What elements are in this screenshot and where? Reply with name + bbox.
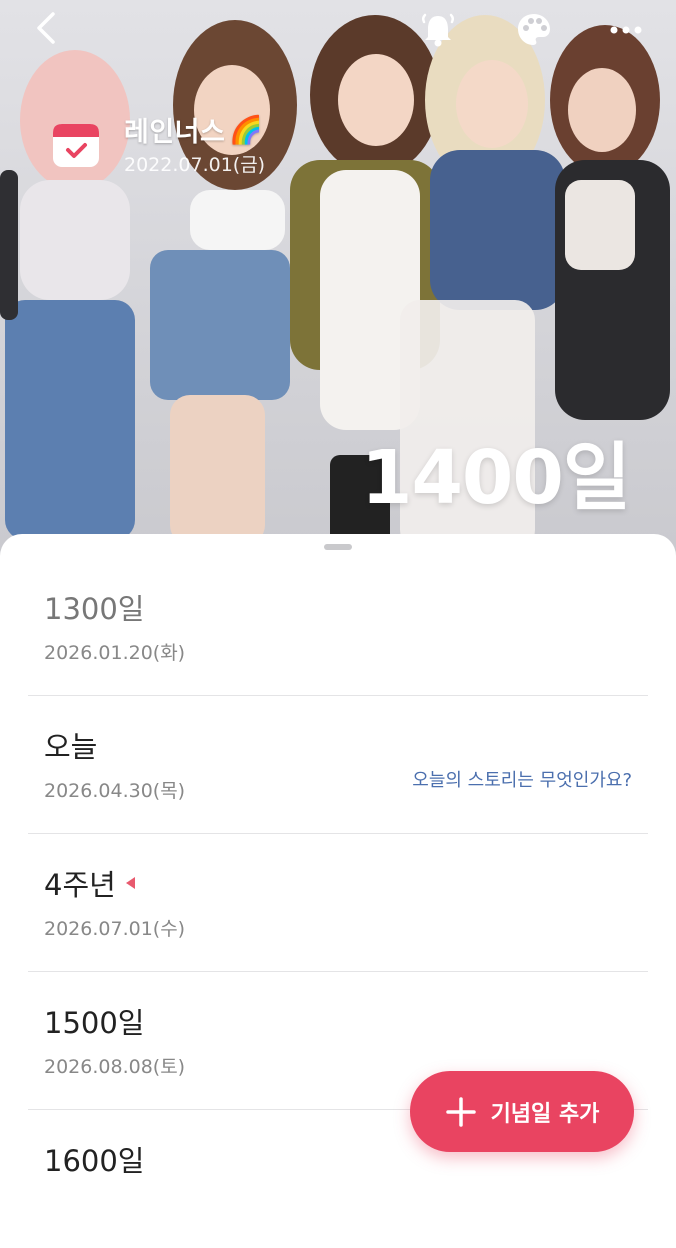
theme-button[interactable] xyxy=(512,8,556,52)
more-horizontal-icon xyxy=(610,26,642,34)
milestone-label-wrap: 4주년 xyxy=(44,862,135,904)
milestone-date: 2026.01.20(화) xyxy=(44,642,186,664)
milestone-label: 오늘 xyxy=(44,730,98,764)
rainbow-emoji: 🌈 xyxy=(229,114,264,146)
event-start-date: 2022.07.01(금) xyxy=(124,154,266,176)
notification-button[interactable] xyxy=(416,8,460,52)
back-button[interactable] xyxy=(24,6,68,50)
milestone-date: 2026.07.01(수) xyxy=(44,918,186,940)
milestone-row-today[interactable]: 오늘 2026.04.30(목) 오늘의 스토리는 무엇인가요? xyxy=(28,696,648,834)
bell-icon xyxy=(421,13,455,47)
milestone-label: 1500일 xyxy=(44,1006,145,1040)
milestone-date: 2026.08.08(토) xyxy=(44,1056,186,1078)
milestone-row[interactable]: 4주년 2026.07.01(수) xyxy=(28,834,648,972)
milestone-row[interactable]: 1300일 2026.01.20(화) xyxy=(28,558,648,696)
milestone-label: 4주년 xyxy=(44,868,116,902)
chevron-left-icon xyxy=(37,12,55,44)
hero-background: 레인너스 🌈 2022.07.01(금) 1400일 xyxy=(0,0,676,570)
more-button[interactable] xyxy=(604,8,648,52)
day-count: 1400일 xyxy=(360,435,631,521)
event-title-text: 레인너스 xyxy=(124,117,226,148)
add-anniversary-button[interactable]: 기념일 추가 xyxy=(410,1071,634,1152)
upcoming-marker-icon xyxy=(125,877,135,889)
drag-handle[interactable] xyxy=(324,544,352,550)
event-title: 레인너스 🌈 xyxy=(124,110,264,149)
milestone-label: 1300일 xyxy=(44,592,145,626)
plus-icon xyxy=(445,1096,476,1127)
add-anniversary-label: 기념일 추가 xyxy=(490,1101,600,1127)
palette-icon xyxy=(518,14,550,45)
story-prompt-link[interactable]: 오늘의 스토리는 무엇인가요? xyxy=(412,766,632,792)
milestone-date: 2026.04.30(목) xyxy=(44,780,186,802)
calendar-check-icon xyxy=(53,124,99,167)
milestone-label: 1600일 xyxy=(44,1144,145,1178)
